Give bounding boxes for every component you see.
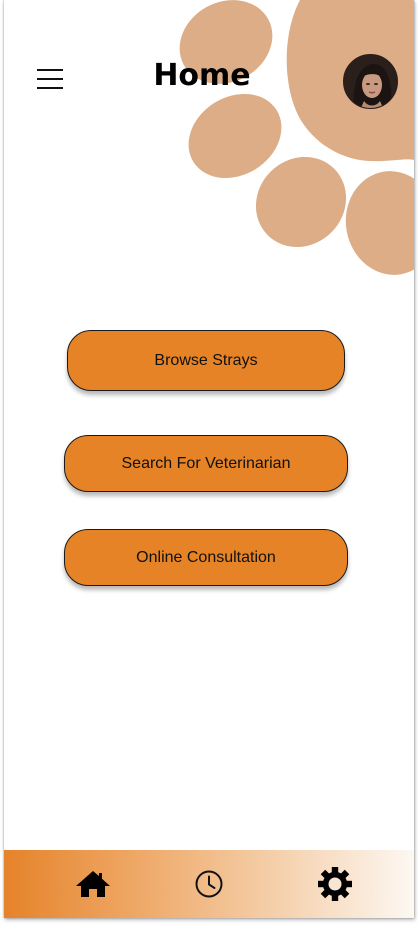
search-veterinarian-button[interactable]: Search For Veterinarian [64,435,348,492]
menu-line-bottom [37,87,63,89]
app-screen: Home Browse Strays Search For Veterinari… [4,0,414,918]
user-avatar[interactable] [343,54,398,109]
paw-toe-middle [255,156,347,248]
paw-toe-left [188,93,282,179]
nav-history-button[interactable] [189,866,229,902]
nav-settings-button[interactable] [315,866,355,902]
home-icon [76,871,110,897]
page-title: Home [153,58,251,93]
clock-icon [195,870,223,898]
menu-line-middle [37,78,63,80]
menu-icon[interactable] [35,66,65,92]
paw-print-decoration [179,0,414,275]
browse-strays-button[interactable]: Browse Strays [67,330,345,391]
menu-line-top [37,69,63,71]
nav-home-button[interactable] [73,866,113,902]
bottom-navigation-bar [4,850,414,918]
gear-icon [318,867,352,901]
online-consultation-button[interactable]: Online Consultation [64,529,348,586]
paw-toe-bottom [345,171,414,275]
avatar-portrait [344,55,397,108]
